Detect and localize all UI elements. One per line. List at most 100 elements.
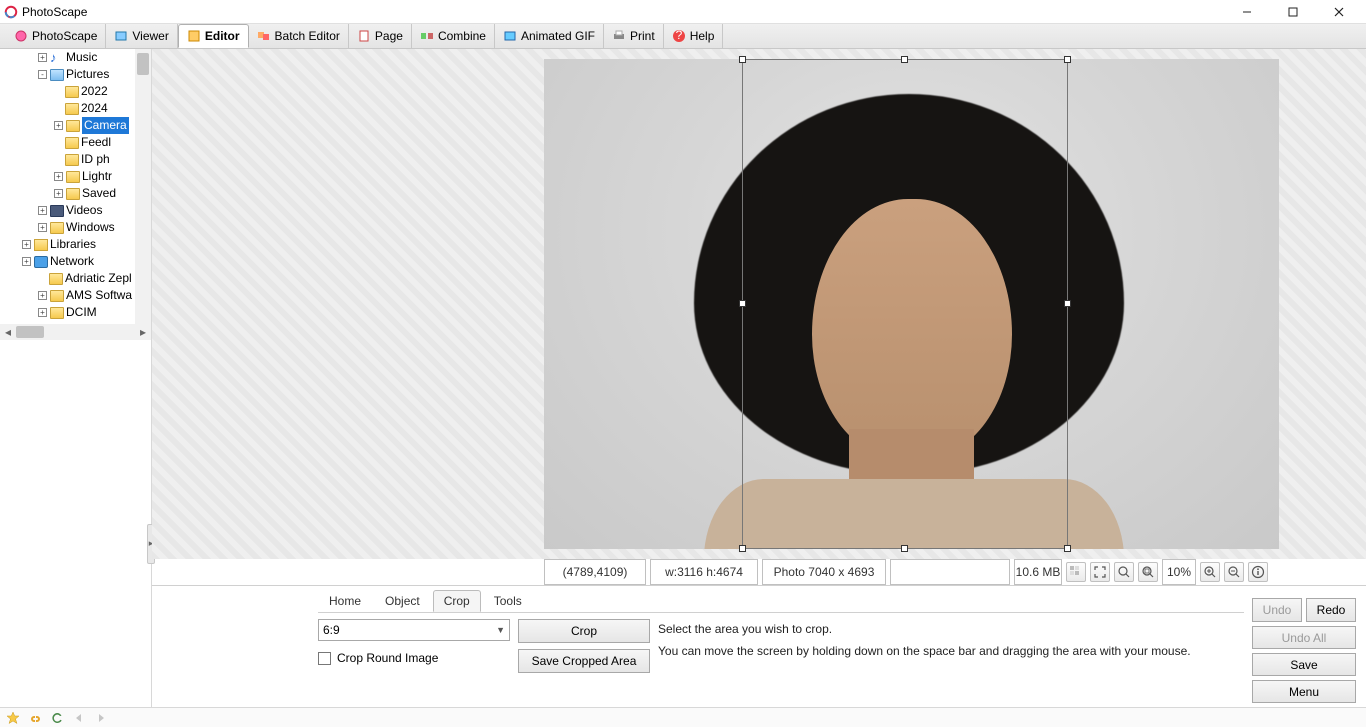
expand-icon[interactable]: + <box>22 257 31 266</box>
window-title: PhotoScape <box>22 5 1224 19</box>
crop-handle-tl[interactable] <box>739 56 746 63</box>
crop-handle-br[interactable] <box>1064 545 1071 552</box>
status-selection-size: w:3116 h:4674 <box>650 559 758 585</box>
close-button[interactable] <box>1316 0 1362 24</box>
crop-hint-line2: You can move the screen by holding down … <box>658 643 1191 659</box>
tree-item[interactable]: +Saved <box>0 185 151 202</box>
expand-icon[interactable]: + <box>38 291 47 300</box>
save-cropped-area-button[interactable]: Save Cropped Area <box>518 649 650 673</box>
actual-size-icon[interactable] <box>1114 562 1134 582</box>
tree-item[interactable]: Feedl <box>0 134 151 151</box>
tree-item[interactable]: 2024 <box>0 100 151 117</box>
tree-item[interactable]: +AMS Softwa <box>0 287 151 304</box>
expand-icon[interactable]: + <box>54 121 63 130</box>
tree-item[interactable]: + Network <box>0 253 151 270</box>
save-button[interactable]: Save <box>1252 653 1356 676</box>
tree-item-label: Network <box>50 253 94 270</box>
menu-button[interactable]: Menu <box>1252 680 1356 703</box>
status-zoom-level: 10% <box>1162 559 1196 585</box>
folder-icon <box>65 103 79 115</box>
tree-item[interactable]: + Libraries <box>0 236 151 253</box>
expand-icon[interactable]: + <box>54 172 63 181</box>
undo-button[interactable]: Undo <box>1252 598 1302 622</box>
tree-item[interactable]: -Pictures <box>0 66 151 83</box>
expand-icon[interactable]: + <box>38 223 47 232</box>
tree-item[interactable]: + Lightr <box>0 168 151 185</box>
tree-horizontal-scrollbar[interactable]: ◂▸ <box>0 324 151 340</box>
tree-item-label: DCIM <box>66 304 97 321</box>
crop-handle-mr[interactable] <box>1064 300 1071 307</box>
crop-handle-ml[interactable] <box>739 300 746 307</box>
tab-print[interactable]: Print <box>604 24 664 48</box>
tree-item[interactable]: + Windows <box>0 219 151 236</box>
crop-ratio-select[interactable]: 6:9 ▼ <box>318 619 510 641</box>
tree-item-label: Windows <box>66 219 115 236</box>
fit-screen-icon[interactable] <box>1090 562 1110 582</box>
forward-icon[interactable] <box>94 711 108 725</box>
tab-help[interactable]: ?Help <box>664 24 724 48</box>
link-icon[interactable] <box>28 711 42 725</box>
folder-tree[interactable]: +♪Music-Pictures20222024 + CameraFeedlID p… <box>0 49 151 324</box>
library-icon <box>34 239 48 251</box>
subtab-object[interactable]: Object <box>374 590 431 612</box>
subtab-home[interactable]: Home <box>318 590 372 612</box>
canvas-status-bar: (4789,4109) w:3116 h:4674 Photo 7040 x 4… <box>152 559 1366 585</box>
back-icon[interactable] <box>72 711 86 725</box>
crop-round-label: Crop Round Image <box>337 651 438 665</box>
undo-all-button[interactable]: Undo All <box>1252 626 1356 649</box>
refresh-icon[interactable] <box>50 711 64 725</box>
tree-item[interactable]: + DCIM <box>0 304 151 321</box>
video-icon <box>50 205 64 217</box>
tree-item[interactable]: Adriatic Zepl <box>0 270 151 287</box>
subtab-crop[interactable]: Crop <box>433 590 481 612</box>
tree-item-label: Lightr <box>82 168 112 185</box>
folder-icon <box>50 290 64 302</box>
favorite-icon[interactable] <box>6 711 20 725</box>
tab-page[interactable]: Page <box>349 24 412 48</box>
tree-item[interactable]: + Videos <box>0 202 151 219</box>
collapse-icon[interactable]: - <box>38 70 47 79</box>
subtab-tools[interactable]: Tools <box>483 590 533 612</box>
tree-item-label: Libraries <box>50 236 96 253</box>
tree-item-label: Camera <box>82 117 129 134</box>
tree-item[interactable]: ID ph <box>0 151 151 168</box>
zoom-region-icon[interactable] <box>1138 562 1158 582</box>
tree-vertical-scrollbar[interactable] <box>135 49 151 324</box>
expand-icon[interactable]: + <box>38 308 47 317</box>
editor-canvas[interactable] <box>152 49 1366 559</box>
crop-handle-tm[interactable] <box>901 56 908 63</box>
grid-toggle-icon[interactable] <box>1066 562 1086 582</box>
folder-icon <box>50 307 64 319</box>
tree-item-label: Videos <box>66 202 102 219</box>
zoom-out-icon[interactable] <box>1224 562 1244 582</box>
tab-photoscape[interactable]: PhotoScape <box>6 24 106 48</box>
zoom-in-icon[interactable] <box>1200 562 1220 582</box>
status-empty <box>890 559 1010 585</box>
tab-viewer[interactable]: Viewer <box>106 24 177 48</box>
network-icon <box>34 256 48 268</box>
tab-batch-editor[interactable]: Batch Editor <box>249 24 349 48</box>
crop-ratio-value: 6:9 <box>323 623 340 637</box>
tab-animated-gif[interactable]: Animated GIF <box>495 24 604 48</box>
crop-handle-bl[interactable] <box>739 545 746 552</box>
expand-icon[interactable]: + <box>38 206 47 215</box>
minimize-button[interactable] <box>1224 0 1270 24</box>
info-icon[interactable] <box>1248 562 1268 582</box>
expand-icon[interactable]: + <box>54 189 63 198</box>
folder-icon <box>50 222 64 234</box>
tree-item[interactable]: 2022 <box>0 83 151 100</box>
redo-button[interactable]: Redo <box>1306 598 1356 622</box>
crop-handle-bm[interactable] <box>901 545 908 552</box>
maximize-button[interactable] <box>1270 0 1316 24</box>
tree-item[interactable]: +♪Music <box>0 49 151 66</box>
crop-handle-tr[interactable] <box>1064 56 1071 63</box>
crop-round-checkbox[interactable] <box>318 652 331 665</box>
tree-item[interactable]: + Camera <box>0 117 151 134</box>
crop-selection[interactable] <box>742 59 1068 549</box>
crop-button[interactable]: Crop <box>518 619 650 643</box>
expand-icon[interactable]: + <box>22 240 31 249</box>
tab-combine[interactable]: Combine <box>412 24 495 48</box>
status-cursor-coords: (4789,4109) <box>544 559 646 585</box>
expand-icon[interactable]: + <box>38 53 47 62</box>
tab-editor[interactable]: Editor <box>178 24 249 48</box>
